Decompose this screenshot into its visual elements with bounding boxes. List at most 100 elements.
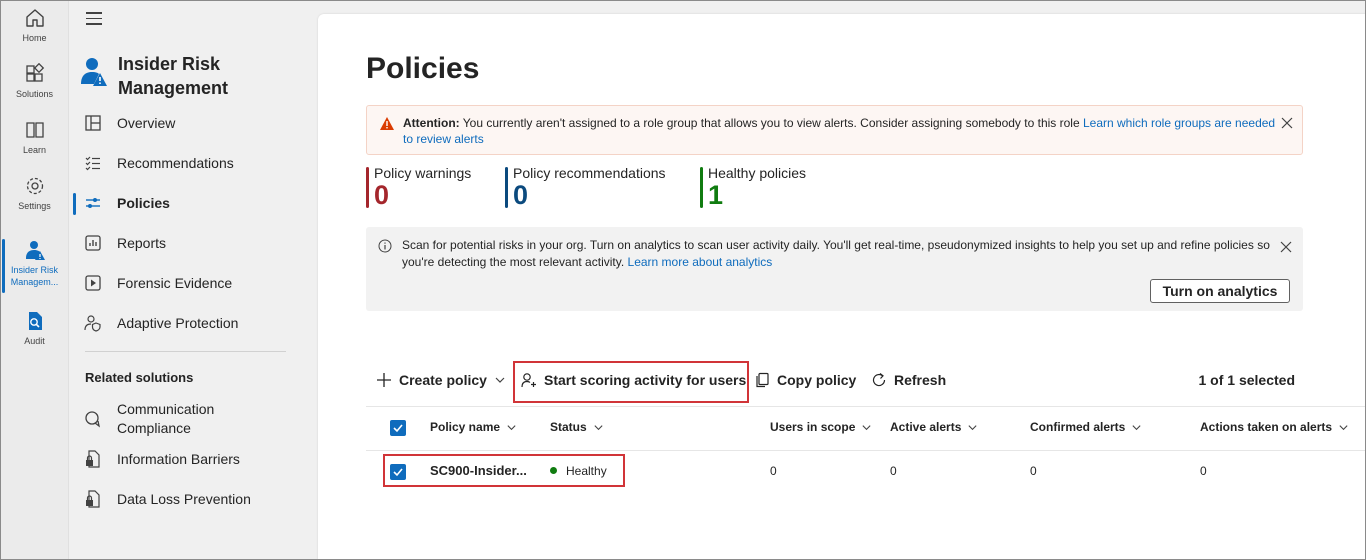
nav-item-label: Recommendations (117, 154, 234, 171)
column-header-label: Status (550, 420, 587, 434)
app-rail: Home Solutions Learn Settings Insider Ri… (0, 0, 69, 560)
table-header-divider (366, 450, 1366, 451)
command-bar: Create policy Start scoring activity for… (366, 359, 1303, 403)
nav-item-reports[interactable]: Reports (69, 225, 303, 261)
info-icon (378, 239, 392, 253)
stat-value: 1 (708, 180, 724, 210)
nav-divider (85, 351, 286, 352)
column-header-active-alerts[interactable]: Active alerts (890, 420, 978, 434)
analytics-text: Scan for potential risks in your org. Tu… (402, 237, 1272, 271)
nav-item-label-line1: Communication (117, 401, 215, 417)
stat-value: 0 (513, 180, 529, 210)
copy-policy-label: Copy policy (777, 372, 857, 388)
analytics-message: Scan for potential risks in your org. Tu… (402, 238, 1270, 269)
turn-on-analytics-button[interactable]: Turn on analytics (1150, 279, 1290, 303)
create-policy-label: Create policy (399, 372, 487, 388)
rail-home[interactable]: Home (0, 7, 69, 43)
rail-settings[interactable]: Settings (0, 175, 69, 211)
attention-message: You currently aren't assigned to a role … (459, 116, 1083, 130)
checklist-icon (85, 156, 100, 171)
column-header-label: Policy name (430, 420, 501, 434)
analytics-banner: Scan for potential risks in your org. Tu… (366, 227, 1303, 311)
rail-audit[interactable]: Audit (0, 310, 69, 346)
apps-icon (25, 63, 44, 82)
stat-label: Policy warnings (374, 165, 472, 181)
book-icon (25, 122, 44, 138)
refresh-icon (872, 373, 886, 387)
document-lock-icon (86, 490, 100, 508)
create-policy-button[interactable]: Create policy (376, 359, 506, 401)
toolbar-divider (366, 406, 1366, 407)
nav-item-label: Information Barriers (117, 450, 240, 467)
nav-item-label: Policies (117, 194, 170, 211)
nav-item-recommendations[interactable]: Recommendations (69, 145, 303, 181)
analytics-link[interactable]: Learn more about analytics (628, 255, 773, 269)
nav-item-data-loss-prevention[interactable]: Data Loss Prevention (69, 481, 303, 517)
refresh-button[interactable]: Refresh (871, 359, 946, 401)
chat-icon (85, 411, 100, 428)
stat-policy-warnings: Policy warnings 0 (366, 165, 471, 210)
nav-item-label: Overview (117, 114, 176, 131)
chevron-down-icon (507, 424, 516, 430)
column-header-actions-taken[interactable]: Actions taken on alerts (1200, 420, 1349, 434)
gear-icon (26, 177, 43, 195)
close-icon[interactable] (1281, 117, 1293, 129)
highlight-box (383, 454, 625, 487)
app-header: Insider Risk Management (80, 52, 278, 100)
nav-item-label: Data Loss Prevention (117, 490, 251, 507)
rail-insider-risk-label-2: Managem... (10, 277, 59, 287)
confirmed-alerts-cell: 0 (1030, 464, 1037, 478)
insider-risk-icon (25, 241, 45, 260)
stat-bar (700, 167, 703, 208)
column-header-status[interactable]: Status (550, 420, 604, 434)
nav-item-communication-compliance[interactable]: Communication Compliance (69, 400, 303, 438)
column-header-policy-name[interactable]: Policy name (430, 420, 517, 434)
stat-bar (366, 167, 369, 208)
stat-label: Policy recommendations (513, 165, 666, 181)
main-content: Policies Attention: You currently aren't… (318, 14, 1366, 560)
refresh-label: Refresh (894, 372, 947, 388)
stat-healthy-policies: Healthy policies 1 (700, 165, 806, 210)
sliders-icon (86, 198, 100, 208)
lock-document-icon (86, 450, 100, 468)
rail-home-label: Home (22, 33, 47, 43)
nav-item-label: Adaptive Protection (117, 314, 239, 331)
warning-icon (380, 117, 394, 130)
nav-item-label-line2: Compliance (117, 420, 191, 436)
chevron-down-icon (495, 377, 505, 383)
stat-value: 0 (374, 180, 390, 210)
chevron-down-icon (1339, 424, 1348, 430)
close-icon[interactable] (1280, 241, 1292, 253)
column-header-users-in-scope[interactable]: Users in scope (770, 420, 872, 434)
chevron-down-icon (594, 424, 603, 430)
select-all-checkbox[interactable] (390, 420, 406, 436)
nav-item-forensic-evidence[interactable]: Forensic Evidence (69, 265, 303, 301)
selection-count: 1 of 1 selected (1198, 372, 1296, 388)
audit-icon (28, 312, 42, 330)
highlight-box (513, 361, 749, 403)
rail-insider-risk[interactable]: Insider Risk Managem... (0, 239, 69, 293)
column-header-label: Active alerts (890, 420, 962, 434)
column-header-label: Actions taken on alerts (1200, 420, 1333, 434)
copy-icon (756, 372, 769, 388)
attention-banner: Attention: You currently aren't assigned… (366, 105, 1303, 155)
nav-item-policies[interactable]: Policies (69, 185, 303, 221)
nav-item-label: Reports (117, 234, 167, 251)
hamburger-icon[interactable] (86, 12, 102, 26)
play-icon (85, 275, 101, 291)
home-icon (25, 9, 44, 27)
column-header-label: Confirmed alerts (1030, 420, 1126, 434)
rail-learn[interactable]: Learn (0, 119, 69, 155)
page-title: Policies (366, 52, 480, 85)
nav-item-overview[interactable]: Overview (69, 105, 303, 141)
nav-item-information-barriers[interactable]: Information Barriers (69, 441, 303, 477)
checkmark-icon (393, 424, 403, 433)
rail-solutions-label: Solutions (15, 89, 54, 99)
rail-solutions[interactable]: Solutions (0, 63, 69, 99)
nav-item-adaptive-protection[interactable]: Adaptive Protection (69, 305, 303, 341)
active-alerts-cell: 0 (890, 464, 897, 478)
related-solutions-heading: Related solutions (85, 370, 194, 385)
column-header-confirmed-alerts[interactable]: Confirmed alerts (1030, 420, 1142, 434)
stat-label: Healthy policies (708, 165, 807, 181)
copy-policy-button[interactable]: Copy policy (754, 359, 856, 401)
